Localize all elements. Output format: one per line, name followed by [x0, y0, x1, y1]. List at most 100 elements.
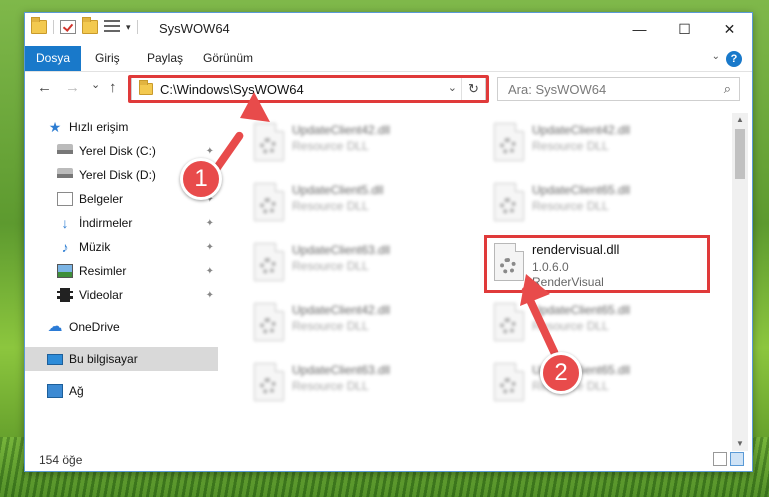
file-type: Resource DLL: [292, 139, 369, 153]
pin-icon[interactable]: ✦: [206, 290, 214, 301]
star-icon: ★: [48, 119, 62, 135]
file-name: UpdateClient42.dll: [292, 123, 391, 137]
sidebar-item-label: Bu bilgisayar: [69, 352, 138, 366]
search-input[interactable]: Ara: SysWOW64: [508, 82, 606, 97]
sidebar-item-label: Hızlı erişim: [69, 120, 129, 134]
navigation-bar: ← → ⌄ ↑ C:\Windows\SysWOW64 ⌄ ↻ Ara: Sys…: [25, 73, 752, 105]
folder-icon[interactable]: [31, 17, 47, 34]
file-item[interactable]: UpdateClient63.dll Resource DLL: [240, 237, 470, 287]
gear-icon: [500, 138, 516, 154]
properties-check-icon[interactable]: [60, 20, 76, 34]
status-bar: 154 öğe: [25, 449, 752, 471]
disk-icon: [57, 168, 73, 182]
vertical-scrollbar[interactable]: ▲ ▼: [732, 113, 748, 451]
gear-icon: [500, 318, 516, 334]
file-name: UpdateClient42.dll: [532, 123, 631, 137]
up-arrow-icon[interactable]: ↑: [109, 79, 117, 96]
window-title: SysWOW64: [159, 21, 230, 36]
minimize-button[interactable]: —: [617, 13, 662, 45]
address-highlight-box: [128, 75, 489, 103]
toolbar-separator: [136, 20, 138, 34]
recent-locations-chevron-icon[interactable]: ⌄: [91, 78, 100, 91]
customize-toolbar-chevron-icon[interactable]: ▾: [126, 22, 131, 33]
pin-icon[interactable]: ✦: [206, 218, 214, 229]
gear-icon: [260, 318, 276, 334]
new-folder-icon[interactable]: [82, 17, 98, 34]
gear-icon: [260, 138, 276, 154]
file-name: UpdateClient63.dll: [292, 363, 391, 377]
cloud-icon: ☁: [47, 318, 63, 335]
file-explorer-window: ▾ SysWOW64 — ☐ ✕ Dosya Giriş Paylaş Görü…: [24, 12, 753, 472]
maximize-button[interactable]: ☐: [662, 13, 707, 45]
file-item[interactable]: UpdateClient42.dll Resource DLL: [480, 117, 710, 167]
details-view-icon[interactable]: [713, 452, 727, 466]
tab-view[interactable]: Görünüm: [193, 46, 263, 71]
title-bar: ▾ SysWOW64 — ☐ ✕: [25, 13, 752, 45]
scroll-up-icon[interactable]: ▲: [732, 113, 748, 127]
search-icon[interactable]: ⌕: [724, 81, 731, 97]
gear-icon: [260, 198, 276, 214]
sidebar-item-this-pc[interactable]: Bu bilgisayar: [25, 347, 218, 371]
tab-file[interactable]: Dosya: [25, 46, 81, 71]
file-name: UpdateClient63.dll: [292, 243, 391, 257]
sidebar-item-downloads[interactable]: ↓ İndirmeler ✦: [25, 211, 218, 235]
sidebar-item-local-disk-c[interactable]: Yerel Disk (C:) ✦: [25, 139, 218, 163]
annotation-badge-2: 2: [540, 352, 582, 394]
file-type: Resource DLL: [292, 319, 369, 333]
help-icon[interactable]: ?: [726, 51, 742, 67]
file-name: UpdateClient5.dll: [292, 183, 384, 197]
back-arrow-icon[interactable]: ←: [37, 79, 52, 96]
file-item[interactable]: UpdateClient42.dll Resource DLL: [240, 297, 470, 347]
file-name: UpdateClient65.dll: [532, 183, 631, 197]
dll-file-icon: [254, 183, 284, 221]
videos-icon: [57, 288, 73, 302]
sidebar-item-music[interactable]: ♪ Müzik ✦: [25, 235, 218, 259]
documents-icon: [57, 192, 73, 206]
pin-icon[interactable]: ✦: [206, 146, 214, 157]
file-name: UpdateClient42.dll: [292, 303, 391, 317]
dll-file-icon: [494, 363, 524, 401]
sidebar-item-videos[interactable]: Videolar ✦: [25, 283, 218, 307]
sidebar-item-quick-access[interactable]: ★ Hızlı erişim: [25, 115, 218, 139]
ribbon-tabs: Dosya Giriş Paylaş Görünüm ⌄ ?: [25, 46, 752, 72]
gear-icon: [500, 378, 516, 394]
file-type: Resource DLL: [532, 199, 609, 213]
file-item[interactable]: UpdateClient42.dll Resource DLL: [240, 117, 470, 167]
sidebar-item-label: Ağ: [69, 384, 84, 398]
dll-file-icon: [494, 183, 524, 221]
sidebar-item-pictures[interactable]: Resimler ✦: [25, 259, 218, 283]
sidebar-item-label: Yerel Disk (D:): [79, 168, 156, 182]
file-type: Resource DLL: [292, 379, 369, 393]
pin-icon[interactable]: ✦: [206, 242, 214, 253]
sidebar-item-onedrive[interactable]: ☁ OneDrive: [25, 315, 218, 339]
view-properties-icon[interactable]: [104, 20, 120, 34]
toolbar-separator: [53, 20, 54, 34]
file-item[interactable]: UpdateClient5.dll Resource DLL: [240, 177, 470, 227]
music-icon: ♪: [61, 239, 69, 255]
sidebar-item-label: Belgeler: [79, 192, 124, 206]
file-item[interactable]: UpdateClient65.dll Resource DLL: [480, 357, 710, 407]
file-type: Resource DLL: [292, 199, 369, 213]
search-box[interactable]: Ara: SysWOW64 ⌕: [497, 77, 740, 101]
sidebar-item-label: Resimler: [79, 264, 127, 278]
forward-arrow-icon[interactable]: →: [65, 79, 80, 96]
gear-icon: [260, 258, 276, 274]
scroll-thumb[interactable]: [735, 129, 745, 179]
tab-home[interactable]: Giriş: [85, 46, 130, 71]
close-button[interactable]: ✕: [707, 13, 752, 45]
pin-icon[interactable]: ✦: [206, 266, 214, 277]
sidebar-item-network[interactable]: Ağ: [25, 379, 218, 403]
file-item[interactable]: UpdateClient65.dll Resource DLL: [480, 177, 710, 227]
download-icon: ↓: [61, 215, 69, 231]
dll-file-icon: [254, 243, 284, 281]
annotation-arrowhead-1: [240, 92, 270, 122]
disk-icon: [57, 144, 73, 158]
sidebar-item-label: İndirmeler: [79, 216, 133, 230]
gear-icon: [260, 378, 276, 394]
file-item[interactable]: UpdateClient63.dll Resource DLL: [240, 357, 470, 407]
tab-share[interactable]: Paylaş: [137, 46, 193, 71]
expand-ribbon-chevron-icon[interactable]: ⌄: [712, 51, 720, 62]
tiles-view-icon[interactable]: [730, 452, 744, 466]
annotation-badge-1: 1: [180, 158, 222, 200]
sidebar-item-label: Yerel Disk (C:): [79, 144, 156, 158]
